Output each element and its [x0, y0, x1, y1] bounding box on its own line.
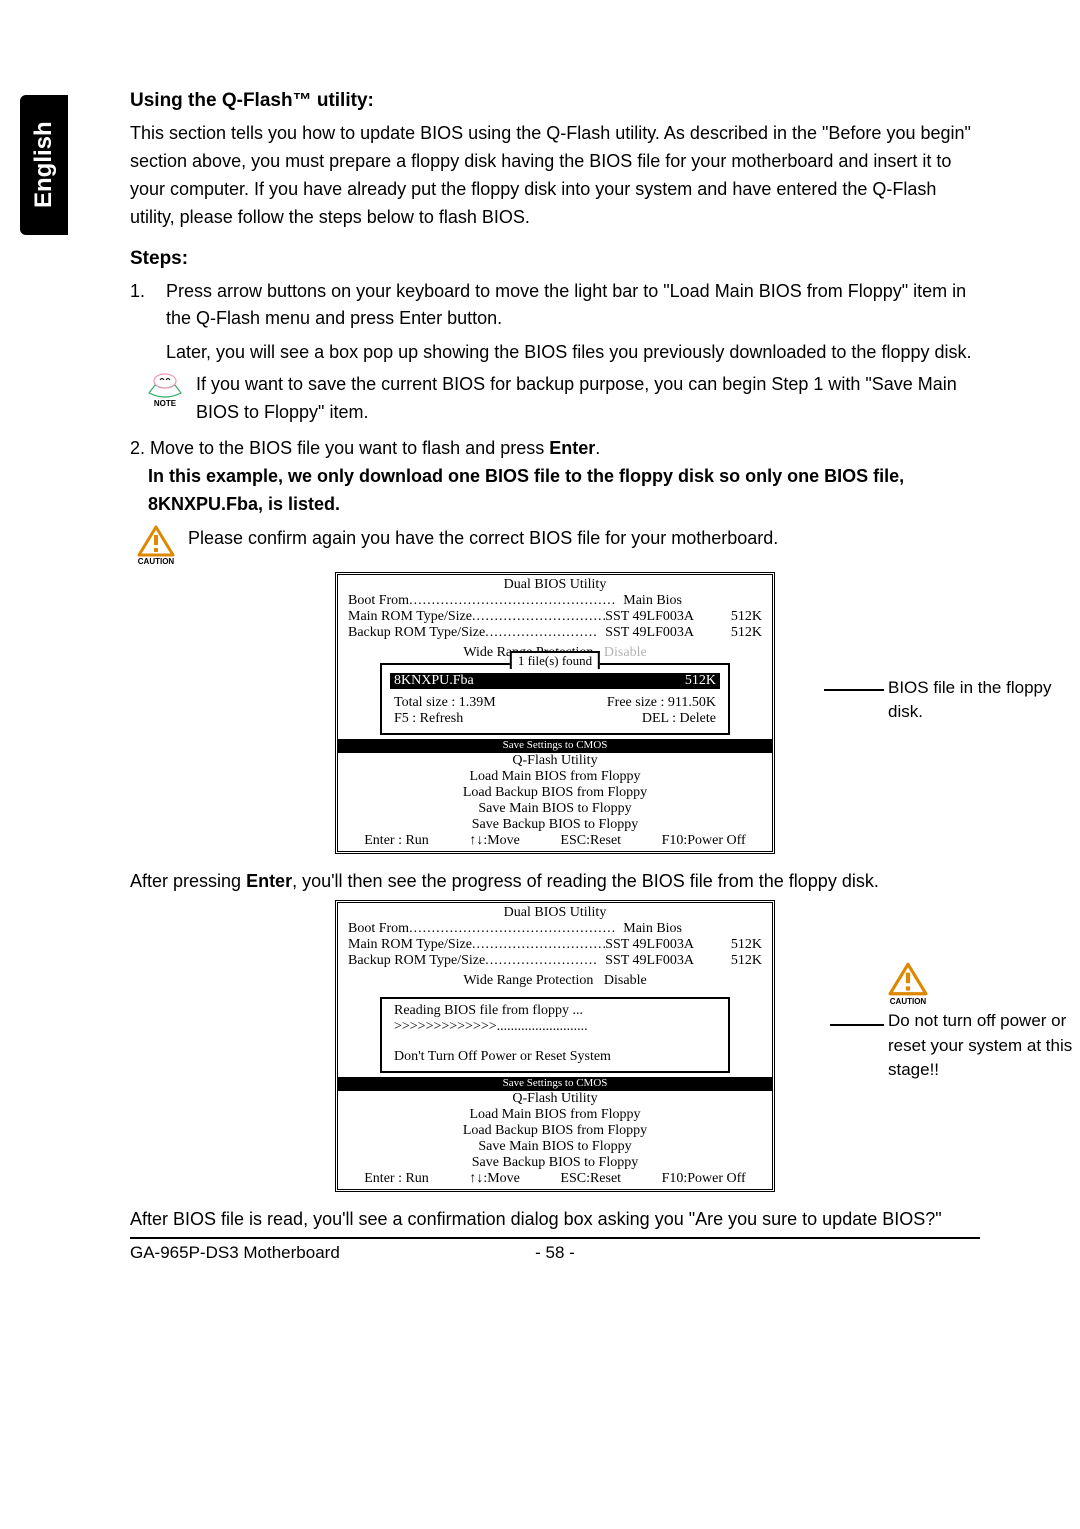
- bios-menu-3: Save Main BIOS to Floppy: [338, 801, 772, 817]
- caution2-label: CAUTION: [890, 996, 926, 1008]
- bios-menu-2: Load Backup BIOS from Floppy: [338, 785, 772, 801]
- bios-screenshot-1: Dual BIOS Utility Boot From.............…: [130, 572, 980, 854]
- bios-main-rom-value: SST 49LF003A: [605, 609, 694, 625]
- bios2-boot-from-label: Boot From: [348, 921, 409, 937]
- bios-free-size: Free size : 911.50K: [607, 695, 716, 711]
- bios-total-size: Total size : 1.39M: [394, 695, 496, 711]
- footer-page-number: - 58 -: [515, 1243, 595, 1263]
- bios2-title: Dual BIOS Utility: [348, 905, 762, 921]
- caution-icon: CAUTION: [130, 525, 182, 566]
- step-2-bold: In this example, we only download one BI…: [130, 463, 980, 519]
- bios-file-popup: 1 file(s) found 8KNXPU.Fba512K Total siz…: [380, 663, 730, 735]
- bios2-main-rom-size: 512K: [694, 937, 762, 953]
- note-block: NOTE If you want to save the current BIO…: [130, 371, 980, 427]
- step-number: 1.: [130, 278, 145, 306]
- bios2-menu-1: Load Main BIOS from Floppy: [338, 1107, 772, 1123]
- bios-f5: F5 : Refresh: [394, 711, 463, 727]
- bios-menu-4: Save Backup BIOS to Floppy: [338, 817, 772, 833]
- heading-steps: Steps:: [130, 248, 980, 270]
- bios-progress-bar: >>>>>>>>>>>>>: [394, 1019, 497, 1034]
- after1-b: Enter: [246, 871, 292, 891]
- after-press-enter: After pressing Enter, you'll then see th…: [130, 868, 980, 896]
- bios-key-f10: F10:Power Off: [662, 833, 746, 849]
- bios-screenshot-2: Dual BIOS Utility Boot From.............…: [130, 900, 980, 1192]
- caution-block-1: CAUTION Please confirm again you have th…: [130, 525, 980, 566]
- bios2-backup-rom-label: Backup ROM Type/Size: [348, 953, 485, 969]
- bios-key-move: ↑↓:Move: [469, 833, 520, 849]
- bios-main-rom-label: Main ROM Type/Size: [348, 609, 472, 625]
- bios2-disable: Disable: [604, 973, 647, 988]
- bios-backup-rom-size: 512K: [694, 625, 762, 641]
- bios2-wide-range: Wide Range Protection: [463, 973, 593, 988]
- step-1: 1. Press arrow buttons on your keyboard …: [130, 278, 980, 334]
- bios-boot-from-value: Main Bios: [623, 593, 682, 609]
- bios-menu: Load Main BIOS from Floppy Load Backup B…: [338, 769, 772, 833]
- bios-progress-popup: Reading BIOS file from floppy ... >>>>>>…: [380, 997, 730, 1073]
- step-1-text-a: Press arrow buttons on your keyboard to …: [166, 281, 966, 329]
- bios-file-name: 8KNXPU.Fba: [394, 673, 474, 689]
- paragraph-intro: This section tells you how to update BIO…: [130, 120, 980, 232]
- bios2-key-move: ↑↓:Move: [469, 1171, 520, 1187]
- footer-model: GA-965P-DS3 Motherboard: [130, 1243, 515, 1263]
- step-2-enter: Enter: [549, 438, 595, 458]
- caution-text-1: Please confirm again you have the correc…: [182, 525, 980, 553]
- bios2-menu-2: Load Backup BIOS from Floppy: [338, 1123, 772, 1139]
- after1-a: After pressing: [130, 871, 246, 891]
- note-label: NOTE: [154, 399, 176, 408]
- bios2-key-esc: ESC:Reset: [560, 1171, 621, 1187]
- bios-dont-turn-off: Don't Turn Off Power or Reset System: [394, 1049, 716, 1065]
- note-icon: NOTE: [140, 371, 190, 408]
- bios2-backup-rom-value: SST 49LF003A: [605, 953, 694, 969]
- caution2-text: Do not turn off power or reset your syst…: [888, 1009, 1080, 1083]
- step-2-pre: 2. Move to the BIOS file you want to fla…: [130, 438, 549, 458]
- annotation-bios-file: BIOS file in the floppy disk.: [888, 676, 1080, 725]
- bios-menu-1: Load Main BIOS from Floppy: [338, 769, 772, 785]
- bios-backup-rom-label: Backup ROM Type/Size: [348, 625, 485, 641]
- bios-file-size: 512K: [685, 673, 716, 689]
- caution-label: CAUTION: [138, 557, 174, 566]
- bios2-save-cmos-bar: Save Settings to CMOS: [338, 1077, 772, 1091]
- bios-backup-rom-value: SST 49LF003A: [605, 625, 694, 641]
- bios-disable-cut: Disable: [604, 645, 647, 660]
- bios-files-found: 1 file(s) found: [510, 651, 600, 669]
- step-2-line: 2. Move to the BIOS file you want to fla…: [130, 435, 980, 463]
- bios2-boot-from-value: Main Bios: [623, 921, 682, 937]
- annotation-caution-2: CAUTION Do not turn off power or reset y…: [888, 962, 1080, 1084]
- bios-qflash-title: Q-Flash Utility: [338, 753, 772, 769]
- bios-key-enter: Enter : Run: [364, 833, 429, 849]
- page-footer: GA-965P-DS3 Motherboard - 58 -: [130, 1237, 980, 1263]
- bios-reading-label: Reading BIOS file from floppy ...: [394, 1003, 716, 1019]
- after1-c: , you'll then see the progress of readin…: [292, 871, 879, 891]
- bios2-main-rom-value: SST 49LF003A: [605, 937, 694, 953]
- bios-title: Dual BIOS Utility: [348, 577, 762, 593]
- step-2-bold-text: In this example, we only download one BI…: [148, 466, 904, 514]
- bios-save-cmos-bar: Save Settings to CMOS: [338, 739, 772, 753]
- steps-list: 1. Press arrow buttons on your keyboard …: [130, 278, 980, 334]
- bios-main-rom-size: 512K: [694, 609, 762, 625]
- bios-del: DEL : Delete: [642, 711, 716, 727]
- bios2-backup-rom-size: 512K: [694, 953, 762, 969]
- page-content: Using the Q-Flash™ utility: This section…: [0, 0, 1080, 1293]
- heading-using-qflash: Using the Q-Flash™ utility:: [130, 90, 980, 112]
- note-text: If you want to save the current BIOS for…: [190, 371, 980, 427]
- bios2-key-f10: F10:Power Off: [662, 1171, 746, 1187]
- bios2-key-enter: Enter : Run: [364, 1171, 429, 1187]
- bios2-menu-4: Save Backup BIOS to Floppy: [338, 1155, 772, 1171]
- bios2-menu-3: Save Main BIOS to Floppy: [338, 1139, 772, 1155]
- after-bios-read: After BIOS file is read, you'll see a co…: [130, 1206, 980, 1234]
- step-1-text-b: Later, you will see a box pop up showing…: [130, 339, 980, 367]
- bios-key-esc: ESC:Reset: [560, 833, 621, 849]
- bios-boot-from-label: Boot From: [348, 593, 409, 609]
- step-2-post: .: [595, 438, 600, 458]
- bios2-menu: Load Main BIOS from Floppy Load Backup B…: [338, 1107, 772, 1171]
- bios2-main-rom-label: Main ROM Type/Size: [348, 937, 472, 953]
- bios2-qflash-title: Q-Flash Utility: [338, 1091, 772, 1107]
